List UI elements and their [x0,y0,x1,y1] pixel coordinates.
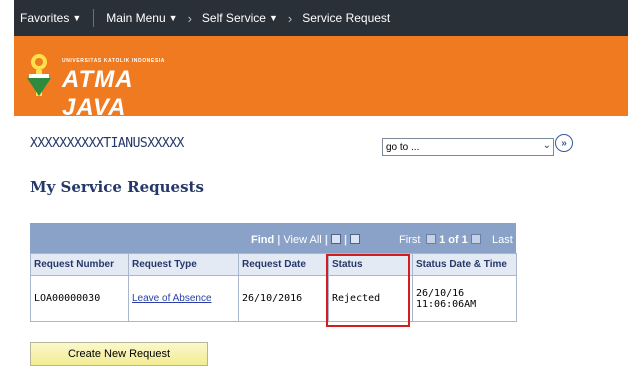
requests-table: Request Number Request Type Request Date… [30,253,517,322]
favorites-menu[interactable]: Favorites ▼ [14,0,87,36]
main-menu[interactable]: Main Menu ▼ [100,0,183,36]
goto-select[interactable]: go to ... ⌄ [382,138,554,156]
create-new-request-button[interactable]: Create New Request [30,342,208,366]
university-crest-icon [27,54,51,96]
page-count: 1 of 1 [439,234,468,246]
previous-page-icon[interactable] [426,234,436,244]
goto-select-value: go to ... [386,141,420,153]
status-cell: Rejected [328,275,413,322]
view-all-link[interactable]: View All [283,234,321,246]
main-menu-label: Main Menu [106,11,166,25]
status-date-time-cell: 26/10/16 11:06:06AM [412,275,517,322]
first-page-link[interactable]: First [399,234,420,246]
request-number-cell: LOA00000030 [30,275,129,322]
download-icon[interactable] [350,234,361,244]
top-navigation-bar: Favorites ▼ Main Menu ▼ › Self Service ▼… [14,0,628,36]
chevron-down-icon: ▼ [168,13,178,23]
col-header-request-number: Request Number [30,253,129,276]
col-header-status: Status [328,253,413,276]
university-name: ATMA JAVA [62,66,133,121]
chevron-down-icon: ▼ [268,13,278,23]
user-name: XXXXXXXXXXTIANUSXXXXX [30,136,184,151]
service-request-label: Service Request [302,11,391,25]
request-type-link[interactable]: Leave of Absence [132,293,212,304]
col-header-request-type: Request Type [128,253,239,276]
breadcrumb-separator-icon: › [187,10,192,26]
col-header-status-date-time: Status Date & Time [412,253,517,276]
grid-toolbar: Find | View All | | First 1 of 1 Last [30,223,516,253]
request-date-cell: 26/10/2016 [238,275,329,322]
university-logo: UNIVERSITAS KATOLIK INDONESIA ATMA JAVA [24,50,204,121]
find-link[interactable]: Find [251,234,274,246]
service-request-crumb[interactable]: Service Request [296,0,396,36]
self-service-menu[interactable]: Self Service ▼ [196,0,284,36]
last-page-link[interactable]: Last [492,234,513,246]
service-requests-grid: Find | View All | | First 1 of 1 Last Re… [30,223,517,322]
grid-toolbar-links: Find | View All | | [251,234,361,246]
double-chevron-right-icon: » [561,137,567,149]
request-type-cell: Leave of Absence [128,275,239,322]
chevron-down-icon: ⌄ [542,140,551,151]
next-page-icon[interactable] [470,234,481,244]
header-banner: UNIVERSITAS KATOLIK INDONESIA ATMA JAVA [14,36,628,121]
breadcrumb-separator-icon: › [287,10,293,26]
col-header-request-date: Request Date [238,253,329,276]
page-title: My Service Requests [30,178,204,196]
table-header-row: Request Number Request Type Request Date… [30,253,517,276]
goto-button[interactable]: » [555,134,573,152]
zoom-icon[interactable] [330,234,341,244]
favorites-label: Favorites [20,11,70,25]
nav-divider [93,9,95,27]
university-tagline: UNIVERSITAS KATOLIK INDONESIA [62,58,165,64]
pagination-counter: 1 of 1 [426,234,481,246]
self-service-label: Self Service [201,11,266,25]
status-time: 11:06:06AM [416,298,477,310]
status-date: 26/10/16 [416,287,465,299]
main-content: XXXXXXXXXXTIANUSXXXXX go to ... ⌄ » My S… [14,116,628,388]
chevron-down-icon: ▼ [72,13,82,23]
table-row: LOA00000030 Leave of Absence 26/10/2016 … [30,275,517,322]
